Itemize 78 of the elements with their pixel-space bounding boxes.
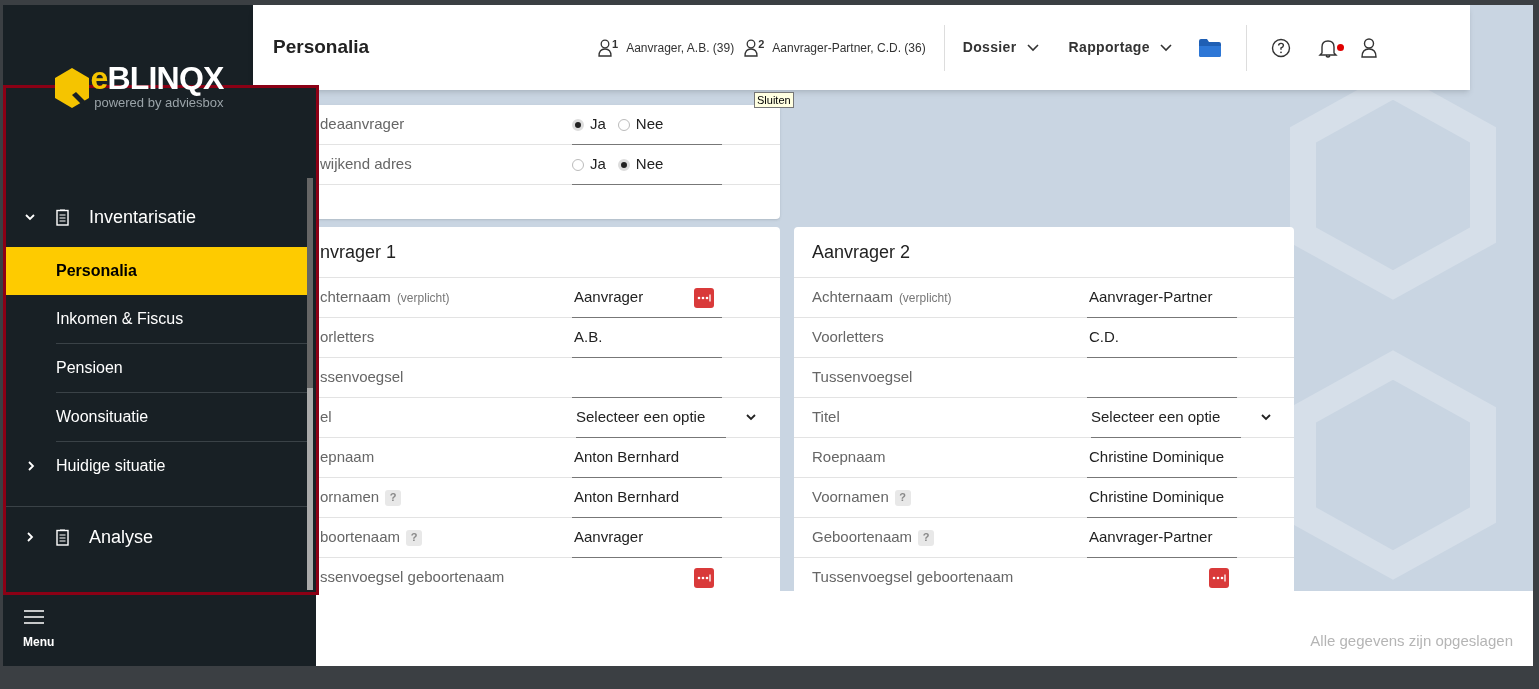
field-label: ornamen (320, 487, 380, 508)
chevron-down-icon (1159, 43, 1172, 52)
radio-button[interactable] (572, 158, 584, 171)
card-title: nvrager 1 (320, 240, 397, 264)
nav-item[interactable]: Pensioen (6, 344, 309, 392)
chevron-down-icon (746, 414, 756, 421)
input-field[interactable]: Christine Dominique (1087, 486, 1225, 509)
field-label: wijkend adres (320, 154, 412, 175)
page-title: Personalia (273, 35, 371, 60)
select-field[interactable]: Selecteer een optie (1087, 398, 1277, 437)
radio-option[interactable]: Nee (617, 153, 664, 176)
field-label: epnaam (320, 447, 375, 468)
chevron-down-icon (1261, 414, 1271, 421)
logo-tagline: powered by adviesbox (94, 95, 224, 112)
radio-option[interactable]: Ja (572, 153, 606, 176)
field-label: Geboortenaam (812, 527, 913, 548)
chevron-right-icon (26, 532, 34, 542)
nav-item[interactable]: Huidige situatie (6, 442, 309, 490)
select-field[interactable]: Selecteer een optie (572, 398, 762, 437)
field-label: el (320, 407, 332, 428)
radio-button[interactable] (617, 118, 630, 131)
field-label: Voorletters (812, 327, 884, 348)
input-field[interactable]: C.D. (1087, 326, 1119, 349)
field-label: Tussenvoegsel geboortenaam (812, 567, 1014, 588)
field-label: Achternaam (812, 287, 893, 308)
applicant-number: 1 (612, 38, 619, 49)
person-icon (598, 38, 612, 57)
field-hint: (verplicht) (898, 289, 952, 307)
field-label: chternaam (320, 287, 391, 308)
nav-item[interactable]: Woonsituatie (6, 393, 309, 441)
clipboard-icon (56, 208, 69, 226)
clipboard-icon (56, 528, 69, 546)
radio-option[interactable]: Nee (617, 113, 664, 136)
field-label: boortenaam (320, 527, 401, 548)
input-field[interactable]: A.B. (572, 326, 603, 349)
chevron-down-icon (25, 213, 35, 221)
input-field[interactable]: Anton Bernhard (572, 446, 680, 469)
nav-item[interactable]: Personalia (6, 247, 309, 295)
field-label: Tussenvoegsel (812, 367, 913, 388)
more-options-icon[interactable] (694, 287, 714, 308)
input-field[interactable]: Aanvrager (572, 526, 644, 549)
field-label: ssenvoegsel geboortenaam (320, 567, 505, 588)
applicant-number: 2 (758, 38, 765, 49)
menu-icon (23, 609, 45, 625)
input-field[interactable]: Aanvrager-Partner (1087, 286, 1213, 309)
nav-item[interactable]: Inkomen & Fiscus (6, 295, 309, 343)
field-hint: (verplicht) (396, 289, 450, 307)
dropdown-menu[interactable]: Rapportage (1068, 37, 1172, 58)
person-icon (744, 38, 759, 57)
input-field[interactable]: Anton Bernhard (572, 486, 680, 509)
radio-button[interactable] (617, 158, 630, 171)
radio-button[interactable] (572, 118, 584, 131)
applicant-name[interactable]: Aanvrager-Partner, C.D. (36) (772, 38, 926, 57)
field-label: deaanvrager (320, 114, 405, 135)
radio-option[interactable]: Ja (572, 113, 606, 136)
field-label: Voornamen (812, 487, 889, 508)
field-label: orletters (320, 327, 375, 348)
more-options-icon[interactable] (694, 567, 714, 588)
field-label: Titel (812, 407, 840, 428)
nav-section[interactable]: Inventarisatie (89, 203, 197, 231)
save-status: Alle gegevens zijn opgeslagen (1310, 630, 1513, 651)
tooltip: Sluiten (754, 92, 794, 108)
more-options-icon[interactable] (1209, 567, 1229, 588)
nav-section[interactable]: Analyse (89, 523, 154, 551)
chevron-down-icon (1026, 43, 1039, 52)
chevron-right-icon (28, 461, 35, 471)
input-field[interactable]: Christine Dominique (1087, 446, 1225, 469)
field-label: ssenvoegsel (320, 367, 404, 388)
user-icon[interactable] (1359, 36, 1378, 59)
input-field[interactable]: Aanvrager-Partner (1087, 526, 1213, 549)
input-field[interactable]: Aanvrager (572, 286, 644, 309)
folder-icon[interactable] (1197, 37, 1222, 58)
help-icon[interactable] (1270, 37, 1291, 58)
field-label: Roepnaam (812, 447, 886, 468)
scrollbar-thumb[interactable] (307, 178, 313, 388)
dropdown-menu[interactable]: Dossier (962, 37, 1039, 58)
card-title: Aanvrager 2 (812, 240, 911, 264)
applicant-name[interactable]: Aanvrager, A.B. (39) (626, 38, 735, 57)
